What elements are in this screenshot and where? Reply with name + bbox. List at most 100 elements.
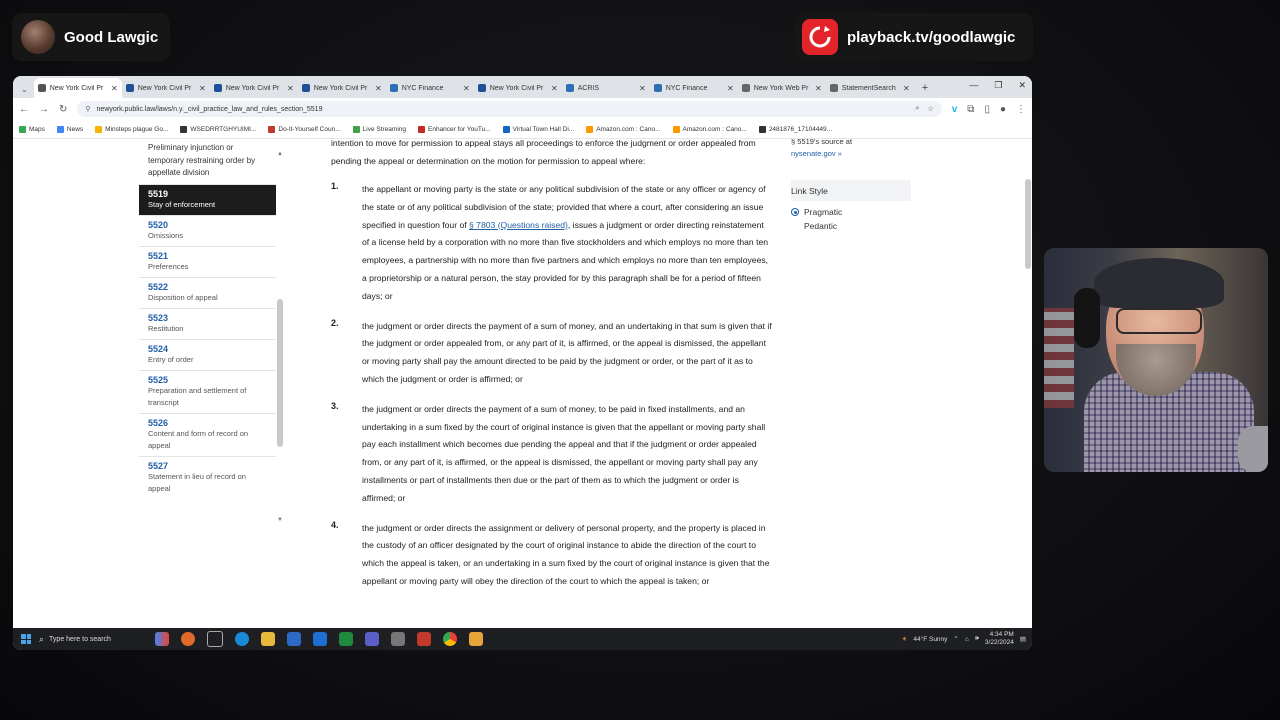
bookmark-item[interactable]: Live Streaming (352, 125, 406, 133)
mail-icon[interactable] (313, 632, 327, 646)
browser-tab[interactable]: NYC Finance ✕ (386, 78, 474, 98)
store-icon[interactable] (287, 632, 301, 646)
bookmark-favicon-icon (586, 125, 594, 133)
nav-item-5522[interactable]: 5522 Disposition of appeal (139, 276, 276, 308)
back-icon[interactable]: ← (19, 104, 29, 115)
tab-close-icon[interactable]: ✕ (287, 84, 294, 93)
basketball-icon[interactable] (181, 632, 195, 646)
bookmark-item[interactable]: Amazon.com : Cano... (586, 125, 661, 133)
section-nav-scrollbar[interactable]: ▲ ▼ (277, 151, 283, 523)
task-view-icon[interactable] (207, 631, 223, 647)
browser-tab[interactable]: New York Civil Pr ✕ (210, 78, 298, 98)
tab-close-icon[interactable]: ✕ (463, 84, 470, 93)
windows-taskbar: ⌕ Type here to search ☀ 44°F Sunny ⌃ ⌂ 🕪… (13, 628, 1032, 650)
browser-tab[interactable]: ACRIS ✕ (562, 78, 650, 98)
powerpoint-icon[interactable] (417, 632, 431, 646)
radio-selected-icon[interactable] (791, 208, 799, 216)
profile-icon[interactable]: ● (1000, 104, 1006, 115)
scroll-thumb[interactable] (277, 299, 283, 447)
tab-close-icon[interactable]: ✕ (727, 84, 734, 93)
tab-close-icon[interactable]: ✕ (639, 84, 646, 93)
widgets-icon[interactable] (155, 632, 169, 646)
page-scroll-thumb[interactable] (1025, 179, 1031, 269)
new-tab-button[interactable]: + (922, 82, 928, 94)
chrome-icon[interactable] (443, 632, 457, 646)
maximize-icon[interactable]: ❐ (994, 80, 1002, 91)
nav-item-5520[interactable]: 5520 Omissions (139, 214, 276, 246)
bookmark-item[interactable]: Amazon.com : Cano... (672, 125, 747, 133)
bookmark-item[interactable]: Do-It-Yourself Coun... (268, 125, 341, 133)
bookmark-item[interactable]: Enhancer for YouTu... (418, 125, 491, 133)
browser-tab[interactable]: NYC Finance ✕ (650, 78, 738, 98)
tab-search-icon[interactable]: ⌄ (21, 85, 28, 94)
tab-close-icon[interactable]: ✕ (199, 84, 206, 93)
zoom-icon[interactable]: ⌕ (916, 105, 920, 113)
bookmark-item[interactable]: Virtual Town Hall Di... (502, 125, 574, 133)
page-scrollbar[interactable] (1025, 139, 1031, 628)
browser-tab[interactable]: New York Civil Pr ✕ (474, 78, 562, 98)
reload-icon[interactable]: ↻ (59, 104, 67, 115)
tab-close-icon[interactable]: ✕ (903, 84, 910, 93)
nav-item-5519[interactable]: 5519 Stay of enforcement (139, 183, 276, 215)
link-style-label: Link Style (791, 185, 828, 196)
minimize-icon[interactable]: — (969, 80, 978, 91)
menu-icon[interactable]: ⋮ (1016, 104, 1026, 115)
nav-item-5521[interactable]: 5521 Preferences (139, 245, 276, 277)
weather-text[interactable]: 44°F Sunny (913, 636, 947, 643)
excel-icon[interactable] (339, 632, 353, 646)
bookmark-item[interactable]: 2481876_17104449... (758, 125, 832, 133)
cross-reference-link[interactable]: § 7803 (Questions raised) (469, 220, 568, 230)
weather-icon: ☀ (901, 636, 908, 643)
tray-overflow-icon[interactable]: ⌃ (953, 635, 958, 643)
nav-item-5523[interactable]: 5523 Restitution (139, 307, 276, 339)
volume-icon[interactable]: 🕪 (975, 635, 979, 643)
nav-item-5525[interactable]: 5525 Preparation and settlement of transcr… (139, 369, 276, 413)
sidepanel-icon[interactable]: ▯ (984, 104, 990, 115)
browser-tab[interactable]: New York Civil Pr ✕ (298, 78, 386, 98)
tab-close-icon[interactable]: ✕ (551, 84, 558, 93)
bookmark-item[interactable]: Minsteps plague Go... (95, 125, 168, 133)
teams-icon[interactable] (365, 632, 379, 646)
notification-icon[interactable]: ▤ (1020, 635, 1026, 643)
bookmark-item[interactable]: News (56, 125, 83, 133)
source-link[interactable]: nysenate.gov » (791, 149, 842, 158)
nav-item-5524[interactable]: 5524 Entry of order (139, 338, 276, 370)
windows-start-icon[interactable] (21, 634, 31, 644)
nav-item-5518-partial[interactable]: Preliminary injunction or temporary rest… (139, 142, 276, 180)
close-icon[interactable]: ✕ (1018, 80, 1026, 91)
tab-close-icon[interactable]: ✕ (111, 84, 118, 93)
radio-unselected-icon[interactable] (791, 222, 799, 230)
scroll-down-icon[interactable]: ▼ (277, 517, 283, 523)
taskbar-search[interactable]: ⌕ Type here to search (39, 629, 149, 649)
obs-icon[interactable] (469, 632, 483, 646)
flag-background (1044, 308, 1074, 408)
bookmark-star-icon[interactable]: ☆ (927, 105, 933, 113)
browser-tab[interactable]: New York Web Pr ✕ (738, 78, 826, 98)
browser-tab[interactable]: New York Civil Pr ✕ (122, 78, 210, 98)
tab-close-icon[interactable]: ✕ (815, 84, 822, 93)
file-explorer-icon[interactable] (261, 632, 275, 646)
item-number: 3. (331, 400, 339, 411)
webcam-microphone (1238, 426, 1268, 472)
bookmark-item[interactable]: WSEDRRTGHYUIMI... (180, 125, 256, 133)
browser-tab[interactable]: StatementSearch ✕ (826, 78, 914, 98)
browser-tab[interactable]: New York Civil Pr ✕ (33, 78, 122, 98)
url-input[interactable]: ⚲ newyork.public.law/laws/n.y._civil_pra… (77, 101, 942, 117)
nav-item-5527[interactable]: 5527 Statement in lieu of record on appeal (139, 455, 276, 499)
scroll-up-icon[interactable]: ▲ (277, 151, 283, 157)
extensions-icon[interactable]: ⧉ (967, 104, 974, 115)
statute-item: 4. the judgment or order directs the assi… (331, 520, 776, 591)
site-info-icon[interactable]: ⚲ (85, 105, 90, 113)
network-icon[interactable]: ⌂ (965, 636, 969, 643)
edge-icon[interactable] (235, 632, 249, 646)
forward-icon[interactable]: → (39, 104, 49, 115)
link-style-option-pedantic[interactable]: Pedantic (791, 221, 911, 231)
link-style-option-pragmatic[interactable]: Pragmatic (791, 207, 911, 217)
vimeo-extension-icon[interactable]: v (952, 104, 958, 115)
bookmark-item[interactable]: Maps (19, 125, 45, 133)
nav-item-5526[interactable]: 5526 Content and form of record on appeal (139, 412, 276, 456)
settings-icon[interactable] (391, 632, 405, 646)
clock[interactable]: 4:34 PM 3/22/2024 (985, 631, 1014, 647)
tab-close-icon[interactable]: ✕ (375, 84, 382, 93)
item-body: the appellant or moving party is the sta… (362, 181, 772, 306)
